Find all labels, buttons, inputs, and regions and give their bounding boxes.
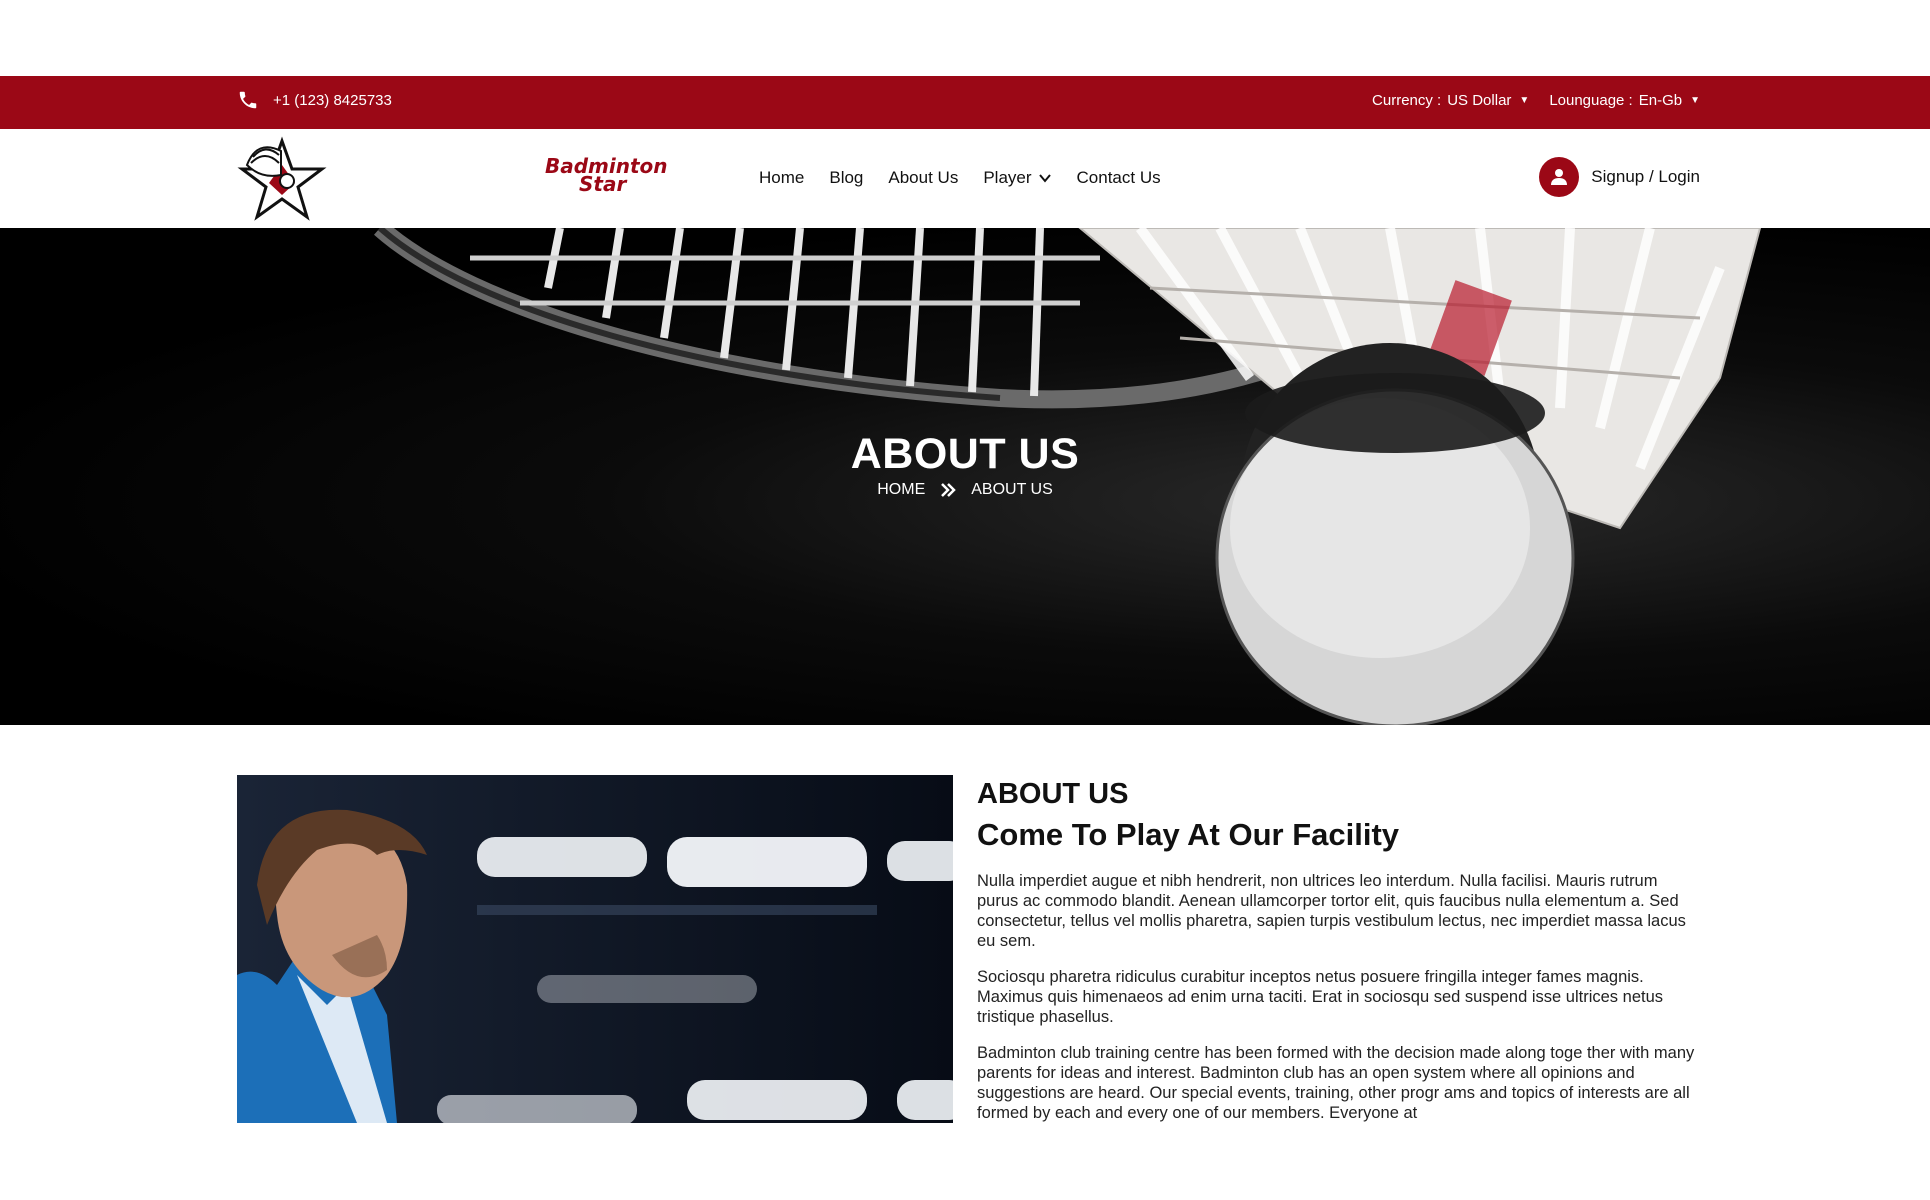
about-paragraph: Sociosqu pharetra ridiculus curabitur in… bbox=[977, 968, 1664, 1026]
caret-down-icon: ▼ bbox=[1519, 95, 1530, 106]
language-label: Lounguage : bbox=[1549, 92, 1633, 109]
main-header: Badminton Star Home Blog About Us Player… bbox=[0, 129, 1930, 228]
signup-login-link[interactable]: Signup / Login bbox=[1539, 157, 1700, 197]
nav-home[interactable]: Home bbox=[759, 168, 804, 188]
about-heading: Come To Play At Our Facility bbox=[977, 817, 1400, 852]
caret-down-icon: ▼ bbox=[1690, 95, 1700, 106]
double-chevron-right-icon bbox=[941, 483, 957, 497]
phone-contact[interactable]: +1 (123) 8425733 bbox=[237, 89, 392, 111]
about-kicker: ABOUT US bbox=[977, 778, 1129, 810]
signup-login-label: Signup / Login bbox=[1591, 167, 1700, 186]
phone-number: +1 (123) 8425733 bbox=[273, 91, 392, 109]
site-logo[interactable]: Badminton Star bbox=[237, 135, 668, 225]
hero-banner: ABOUT US HOME ABOUT US bbox=[0, 228, 1930, 725]
nav-player-label: Player bbox=[983, 168, 1032, 187]
nav-blog[interactable]: Blog bbox=[829, 168, 863, 188]
main-nav: Home Blog About Us Player Contact Us bbox=[759, 168, 1161, 188]
currency-label: Currency : bbox=[1372, 92, 1442, 109]
top-bar: +1 (123) 8425733 Currency : US Dollar ▼ … bbox=[0, 76, 1930, 129]
phone-icon bbox=[239, 91, 257, 109]
breadcrumb-home[interactable]: HOME bbox=[877, 481, 925, 499]
currency-selector[interactable]: Currency : US Dollar ▼ bbox=[1372, 92, 1529, 109]
nav-player[interactable]: Player bbox=[983, 168, 1051, 188]
about-content: ABOUT US Come To Play At Our Facility Nu… bbox=[977, 778, 1697, 1123]
about-paragraph: Badminton club training centre has been … bbox=[977, 1044, 1695, 1122]
breadcrumb-current: ABOUT US bbox=[971, 481, 1053, 498]
currency-value: US Dollar bbox=[1447, 92, 1512, 109]
breadcrumb: HOME ABOUT US bbox=[0, 481, 1930, 499]
player-photo bbox=[237, 775, 953, 1123]
about-paragraph: Nulla imperdiet augue et nibh hendrerit,… bbox=[977, 872, 1686, 950]
logo-text: Badminton Star bbox=[545, 156, 668, 194]
language-selector[interactable]: Lounguage : En-Gb ▼ bbox=[1549, 92, 1700, 109]
chevron-down-icon bbox=[1038, 174, 1051, 183]
language-value: En-Gb bbox=[1638, 92, 1683, 109]
shuttlecock-star-logo-icon bbox=[237, 136, 327, 221]
nav-about-us[interactable]: About Us bbox=[888, 168, 958, 188]
user-icon bbox=[1539, 157, 1580, 197]
nav-contact-us[interactable]: Contact Us bbox=[1077, 168, 1161, 188]
hero-title: ABOUT US bbox=[850, 430, 1080, 478]
